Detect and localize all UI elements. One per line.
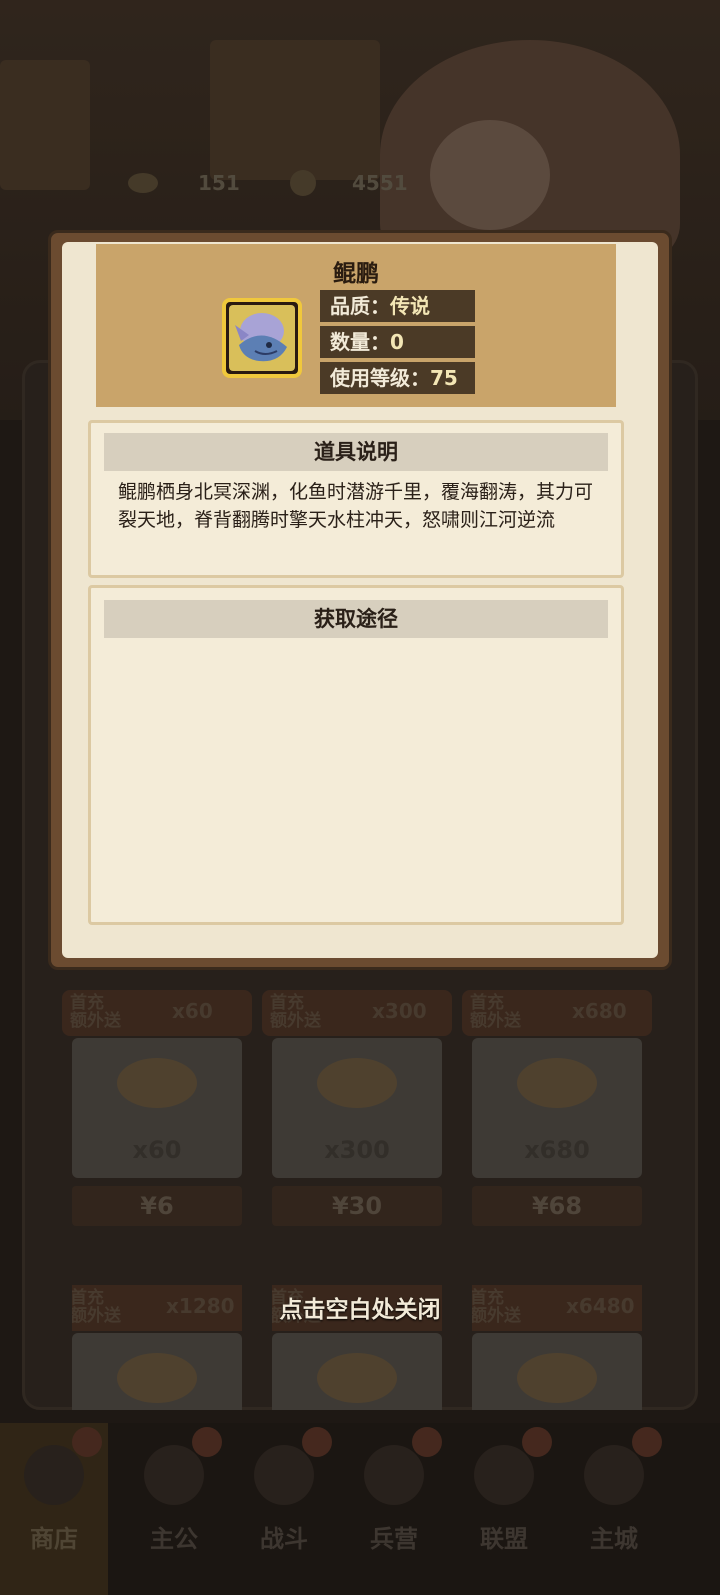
level-value: 75 <box>430 366 458 390</box>
description-title: 道具说明 <box>104 433 608 471</box>
quality-label: 品质： <box>330 294 390 318</box>
close-hint[interactable]: 点击空白处关闭 <box>0 1290 720 1324</box>
count-label: 数量： <box>330 330 390 354</box>
level-label: 使用等级： <box>330 366 430 390</box>
item-quality-row: 品质：传说 <box>320 290 475 322</box>
kunpeng-icon <box>229 305 295 371</box>
quality-value: 传说 <box>390 294 430 318</box>
count-value: 0 <box>390 330 404 354</box>
item-icon-frame <box>222 298 302 378</box>
item-count-row: 数量：0 <box>320 326 475 358</box>
item-name: 鲲鹏 <box>333 261 379 287</box>
item-level-row: 使用等级：75 <box>320 362 475 394</box>
description-text: 鲲鹏栖身北冥深渊，化鱼时潜游千里，覆海翻涛，其力可裂天地，脊背翻腾时擎天水柱冲天… <box>118 481 594 531</box>
source-title: 获取途径 <box>104 600 608 638</box>
